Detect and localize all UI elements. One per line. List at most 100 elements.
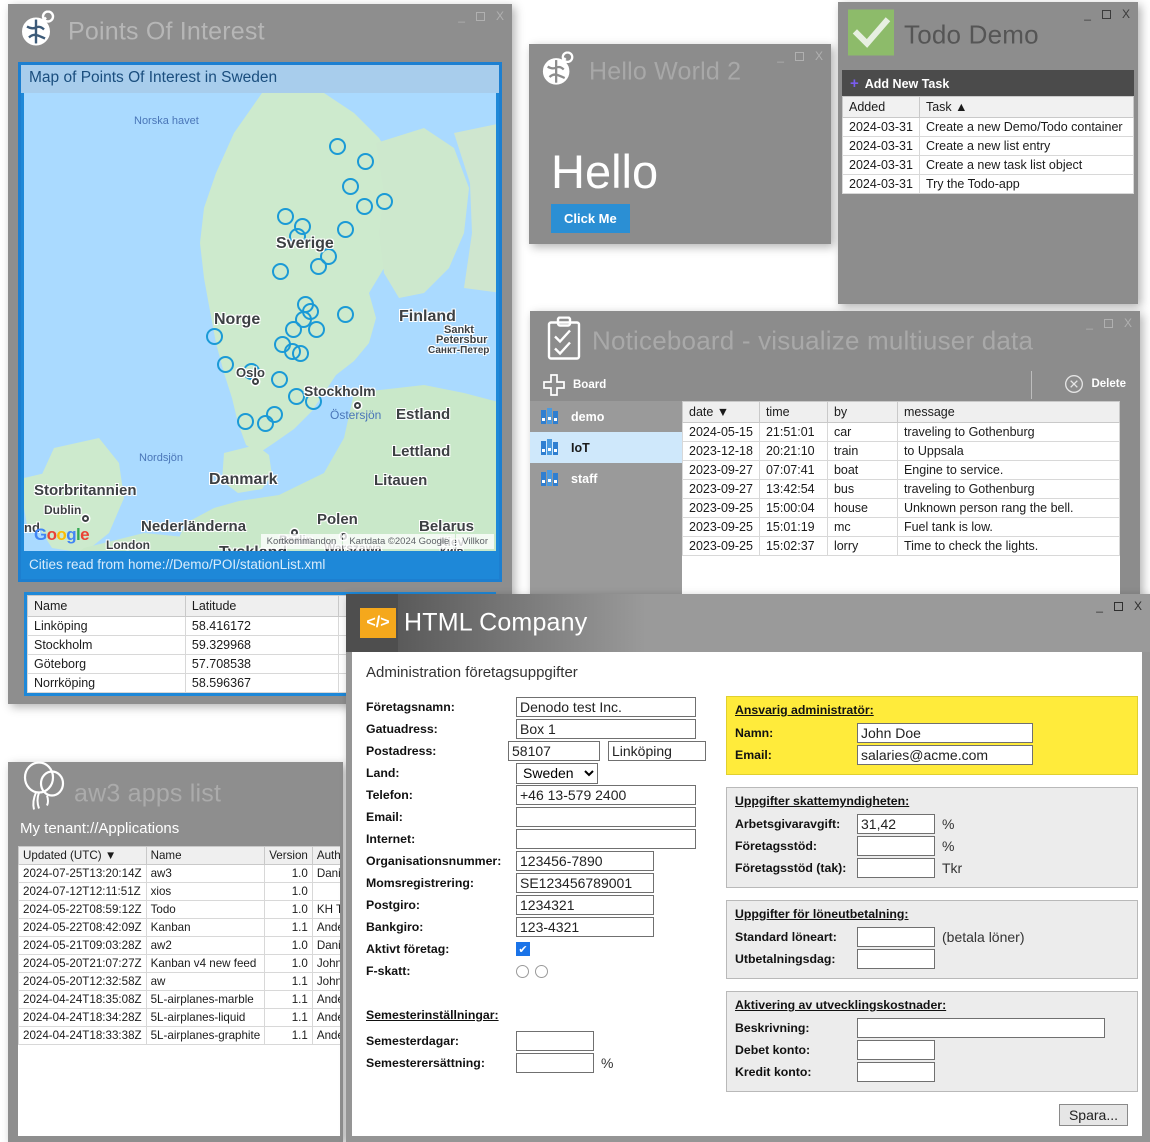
map-poi-marker[interactable] [271, 371, 288, 388]
window-controls[interactable]: _ X [1084, 8, 1130, 20]
window-controls[interactable]: _ X [1086, 317, 1132, 329]
column-header[interactable]: by [826, 401, 898, 423]
titlebar-todo-demo[interactable]: Todo Demo _ X [838, 2, 1138, 68]
field-foretagsnamn[interactable]: Företagsnamn: [366, 696, 706, 718]
table-row[interactable]: 2024-05-22T08:42:09ZKanban1.1Ande [18, 918, 340, 937]
column-header[interactable]: Auth [311, 846, 340, 865]
map-poi-marker[interactable] [292, 345, 309, 362]
noticeboard-sidebar[interactable]: demo IoT staff [530, 401, 682, 596]
maximize-button[interactable] [1113, 601, 1123, 611]
column-header[interactable]: time [758, 401, 828, 423]
column-header[interactable]: message [896, 401, 1121, 423]
field-postgiro[interactable]: Postgiro: [366, 894, 706, 916]
input-semesterdagar[interactable] [516, 1031, 594, 1051]
maximize-button[interactable] [1103, 318, 1113, 328]
map-canvas[interactable]: Norska havet Sverige Norge Finland Sankt Pete… [24, 93, 496, 551]
input-foretagsstod[interactable] [857, 836, 935, 856]
field-admin-email[interactable]: Email: [735, 744, 1129, 766]
field-bankgiro[interactable]: Bankgiro: [366, 916, 706, 938]
column-header[interactable]: date ▼ [682, 401, 760, 423]
field-foretagsstod[interactable]: Företagsstöd: % [735, 835, 1129, 857]
click-me-button[interactable]: Click Me [551, 204, 630, 233]
map-attribution[interactable]: Kortkommandon Kartdata ©2024 Google Villko… [260, 534, 494, 549]
table-row[interactable]: 2024-03-31 Create a new task list object [842, 155, 1135, 175]
table-row[interactable]: 2024-04-24T18:33:38Z 5L-airplanes-graphit… [18, 1026, 340, 1045]
map-poi-marker[interactable] [217, 356, 234, 373]
board-item-demo[interactable]: demo [530, 401, 682, 432]
map-poi-marker[interactable] [277, 208, 294, 225]
map-poi-marker[interactable] [272, 263, 289, 280]
close-button[interactable]: X [1122, 8, 1130, 20]
input-telefon[interactable] [516, 785, 696, 805]
save-button[interactable]: Spara... [1058, 1104, 1128, 1126]
map-poi-marker[interactable] [237, 413, 254, 430]
input-admin-email[interactable] [857, 745, 1033, 765]
table-row[interactable]: 2023-09-27 07:07:41 boat Engine to service. [682, 460, 1121, 480]
noticeboard-message-table[interactable]: date ▼ time by message 2024-05-15 21:51:01 ca… [682, 401, 1121, 596]
minimize-button[interactable]: _ [777, 50, 784, 62]
window-controls[interactable]: _ X [777, 50, 823, 62]
input-postgiro[interactable] [516, 895, 654, 915]
map-poi-marker[interactable] [308, 321, 325, 338]
table-row[interactable]: 2023-09-25 15:02:37 lorry Time to check the… [682, 536, 1121, 556]
column-header[interactable]: Latitude [184, 595, 340, 617]
field-beskrivning[interactable]: Beskrivning: [735, 1017, 1129, 1039]
close-button[interactable]: X [496, 10, 504, 22]
map-attribution-item[interactable]: Kortkommandon [260, 534, 343, 549]
radio-fskatt-no[interactable] [535, 964, 548, 978]
column-header[interactable]: Version [264, 846, 313, 865]
field-arbetsgivaravgift[interactable]: Arbetsgivaravgift: % [735, 813, 1129, 835]
input-postort[interactable] [608, 741, 706, 761]
field-internet[interactable]: Internet: [366, 828, 706, 850]
table-row[interactable]: 2024-04-24T18:34:28Z 5L-airplanes-liquid 1… [18, 1008, 340, 1027]
field-aktivt-foretag[interactable]: Aktivt företag: ✔ [366, 938, 706, 960]
table-row[interactable]: 2024-03-31 Try the Todo-app [842, 174, 1135, 194]
column-header[interactable]: Name [27, 595, 186, 617]
field-fskatt[interactable]: F-skatt: [366, 960, 706, 982]
field-land[interactable]: Land: Sweden [366, 762, 706, 784]
input-postnummer[interactable] [508, 741, 600, 761]
field-admin-namn[interactable]: Namn: [735, 722, 1129, 744]
field-gatuadress[interactable]: Gatuadress: [366, 718, 706, 740]
input-beskrivning[interactable] [857, 1018, 1105, 1038]
table-row[interactable]: 2023-09-25 15:00:04 house Unknown person ra… [682, 498, 1121, 518]
input-arbetsgivaravgift[interactable] [857, 814, 935, 834]
field-standard-loneart[interactable]: Standard löneart: (betala löner) [735, 926, 1129, 948]
input-utbetalningsdag[interactable] [857, 949, 935, 969]
table-row[interactable]: 2024-05-15 21:51:01 car traveling to Gothen… [682, 422, 1121, 442]
close-button[interactable]: X [1124, 317, 1132, 329]
input-foretagsnamn[interactable] [516, 697, 696, 717]
aw3-apps-table[interactable]: Updated (UTC) ▼ Name Version Auth 2024-07-2… [18, 846, 340, 1136]
window-controls[interactable]: _ X [1096, 600, 1142, 612]
map-poi-marker[interactable] [342, 178, 359, 195]
map-poi-marker[interactable] [329, 138, 346, 155]
window-html-company[interactable]: </> HTML Company _ X Administration före… [346, 594, 1150, 1142]
column-header[interactable]: Name [145, 846, 266, 865]
column-header[interactable]: Updated (UTC) ▼ [18, 846, 147, 865]
input-debet-konto[interactable] [857, 1040, 935, 1060]
window-todo-demo[interactable]: Todo Demo _ X + Add New Task Added Task ▲ … [838, 2, 1138, 304]
map-poi-marker[interactable] [337, 221, 354, 238]
input-foretagsstod-tak[interactable] [857, 858, 935, 878]
checkbox-aktivt-foretag[interactable]: ✔ [516, 942, 530, 956]
delete-button[interactable]: Delete [1064, 374, 1126, 394]
window-controls[interactable]: _ X [458, 10, 504, 22]
add-board-button[interactable]: Board [542, 373, 606, 397]
field-postadress[interactable]: Postadress: [366, 740, 706, 762]
titlebar-noticeboard[interactable]: Noticeboard - visualize multiuser data _… [530, 311, 1140, 371]
field-utbetalningsdag[interactable]: Utbetalningsdag: [735, 948, 1129, 970]
input-kredit-konto[interactable] [857, 1062, 935, 1082]
table-row[interactable]: 2024-05-20T12:32:58Z aw 1.1 John [18, 972, 340, 991]
field-telefon[interactable]: Telefon: [366, 784, 706, 806]
field-semesterersattning[interactable]: Semesterersättning: % [366, 1052, 706, 1074]
map-attribution-item[interactable]: Villkor [456, 534, 494, 549]
window-noticeboard[interactable]: Noticeboard - visualize multiuser data _… [530, 311, 1140, 596]
minimize-button[interactable]: _ [1096, 600, 1103, 612]
column-header[interactable]: Task ▲ [918, 96, 1135, 118]
field-foretagsstod-tak[interactable]: Företagsstöd (tak): Tkr [735, 857, 1129, 879]
maximize-button[interactable] [475, 11, 485, 21]
map-poi-marker[interactable] [357, 153, 374, 170]
table-row[interactable]: 2024-04-24T18:35:08Z 5L-airplanes-marble 1… [18, 990, 340, 1009]
table-row[interactable]: 2024-05-22T08:59:12Z Todo 1.0 KH T [18, 900, 340, 919]
maximize-button[interactable] [1101, 9, 1111, 19]
